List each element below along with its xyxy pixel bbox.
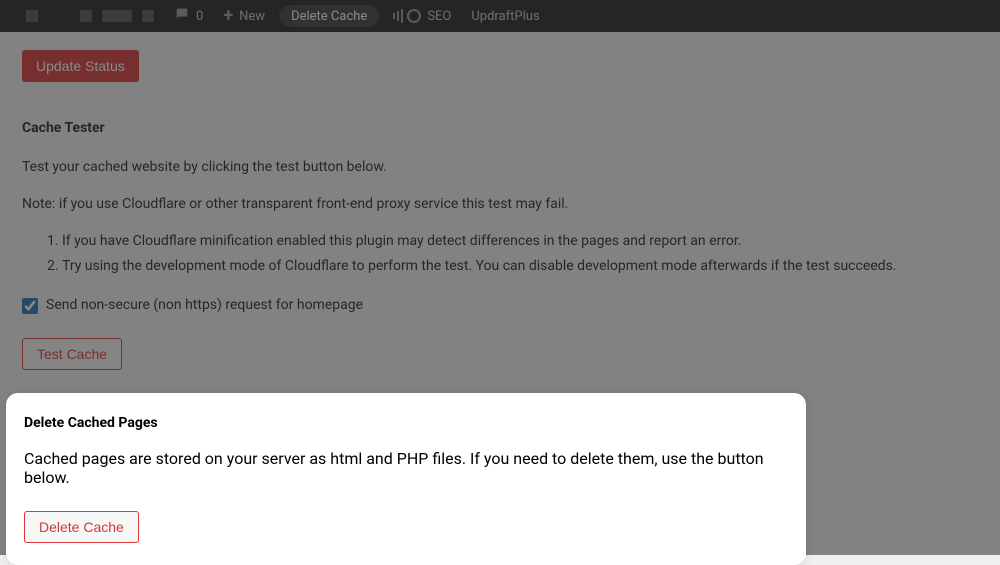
new-toolbar-item[interactable]: + New: [213, 0, 275, 32]
delete-cache-label: Delete Cache: [291, 9, 367, 24]
tester-notes-list: If you have Cloudflare minification enab…: [22, 231, 978, 277]
updraftplus-toolbar-item[interactable]: UpdraftPlus: [461, 0, 549, 32]
nonsecure-checkbox[interactable]: [22, 298, 38, 314]
placeholder-box-icon: [80, 10, 92, 22]
admin-toolbar: 0 + New Delete Cache SEO UpdraftPlus: [0, 0, 1000, 32]
placeholder-box-icon: [26, 10, 38, 22]
seo-label: SEO: [427, 9, 451, 24]
comments-toolbar-item[interactable]: 0: [164, 0, 213, 32]
tester-note-text: Note: if you use Cloudflare or other tra…: [22, 194, 978, 215]
comment-icon: [174, 6, 190, 26]
delete-cached-pages-card: Delete Cached Pages Cached pages are sto…: [6, 393, 806, 565]
tester-intro-text: Test your cached website by clicking the…: [22, 157, 978, 178]
seo-toolbar-item[interactable]: SEO: [383, 0, 461, 32]
plus-icon: +: [223, 7, 233, 25]
main-content: Update Status Cache Tester Test your cac…: [0, 32, 1000, 388]
new-label: New: [239, 9, 265, 24]
nonsecure-checkbox-row: Send non-secure (non https) request for …: [22, 295, 978, 316]
delete-cached-body: Cached pages are stored on your server a…: [24, 449, 788, 487]
delete-cache-toolbar-item[interactable]: Delete Cache: [279, 5, 379, 27]
test-cache-button[interactable]: Test Cache: [22, 338, 122, 370]
update-status-button[interactable]: Update Status: [22, 50, 139, 82]
list-item: Try using the development mode of Cloudf…: [62, 256, 978, 277]
cache-tester-heading: Cache Tester: [22, 118, 978, 139]
updraft-label: UpdraftPlus: [471, 9, 539, 24]
delete-cache-button[interactable]: Delete Cache: [24, 511, 139, 543]
toolbar-placeholder-boxes: [8, 10, 164, 22]
delete-cached-heading: Delete Cached Pages: [24, 415, 788, 431]
list-item: If you have Cloudflare minification enab…: [62, 231, 978, 252]
placeholder-box-icon: [102, 10, 132, 22]
nonsecure-checkbox-label: Send non-secure (non https) request for …: [46, 295, 363, 316]
comments-count: 0: [196, 9, 203, 24]
seo-icon: [393, 9, 421, 23]
placeholder-box-icon: [142, 10, 154, 22]
